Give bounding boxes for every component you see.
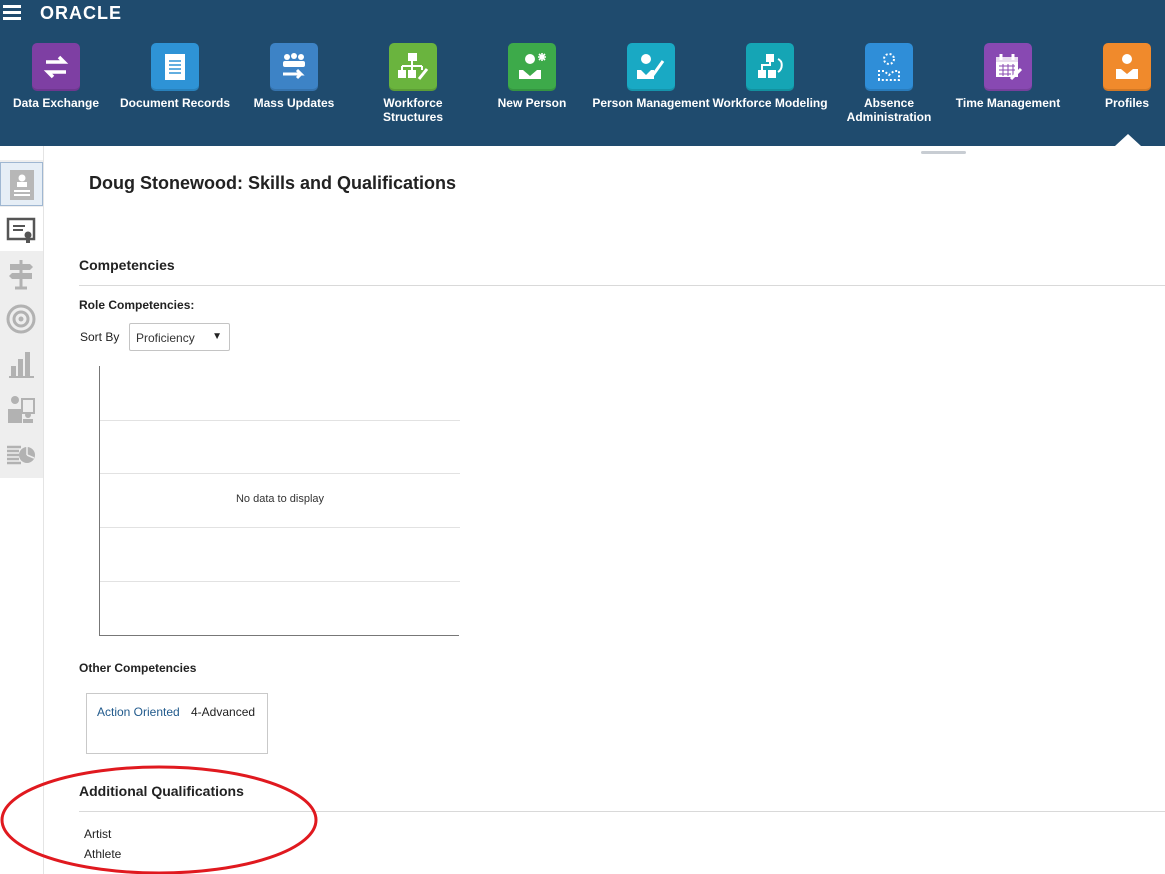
role-competencies-label: Role Competencies: bbox=[79, 298, 195, 312]
people-board-icon bbox=[8, 396, 35, 423]
profile-card-icon bbox=[10, 170, 34, 200]
nav-label: Mass Updates bbox=[253, 96, 335, 110]
exchange-arrows-icon bbox=[32, 43, 80, 91]
rail-skills-qualifications[interactable] bbox=[0, 207, 43, 251]
bar-chart-icon bbox=[9, 352, 34, 378]
other-competencies-label: Other Competencies bbox=[79, 661, 197, 675]
sort-by-label: Sort By bbox=[80, 330, 120, 344]
nav-person-management[interactable]: Person Management bbox=[592, 43, 710, 110]
absence-person-icon bbox=[865, 43, 913, 91]
hamburger-menu-icon[interactable] bbox=[3, 5, 21, 21]
chart-gridline bbox=[100, 420, 460, 421]
role-competencies-chart: No data to display bbox=[99, 366, 460, 636]
chart-gridline bbox=[100, 581, 460, 582]
other-competencies-box: Action Oriented 4-Advanced bbox=[86, 693, 268, 754]
group-arrow-icon bbox=[270, 43, 318, 91]
nav-workforce-structures[interactable]: Workforce Structures bbox=[354, 43, 472, 124]
nav-profiles[interactable]: Profiles bbox=[1068, 43, 1165, 110]
chevron-down-icon: ▼ bbox=[212, 331, 222, 342]
section-divider bbox=[79, 285, 1165, 286]
person-edit-icon bbox=[627, 43, 675, 91]
global-header: ORACLE Data Exchange Document Records Ma… bbox=[0, 0, 1165, 146]
nav-label: New Person bbox=[497, 96, 567, 110]
report-pie-icon bbox=[7, 445, 35, 465]
competency-level: 4-Advanced bbox=[191, 705, 256, 719]
chart-empty-message: No data to display bbox=[235, 493, 325, 505]
nav-new-person[interactable]: New Person bbox=[473, 43, 591, 110]
competencies-heading: Competencies bbox=[79, 257, 175, 273]
nav-label: Time Management bbox=[955, 96, 1061, 110]
nav-label: Workforce Modeling bbox=[712, 96, 828, 110]
nav-mass-updates[interactable]: Mass Updates bbox=[235, 43, 353, 110]
sort-by-value: Proficiency bbox=[136, 331, 195, 345]
competency-link[interactable]: Action Oriented bbox=[97, 705, 180, 719]
nav-time-management[interactable]: Time Management bbox=[949, 43, 1067, 110]
org-chart-icon bbox=[389, 43, 437, 91]
new-person-icon bbox=[508, 43, 556, 91]
nav-workforce-modeling[interactable]: Workforce Modeling bbox=[711, 43, 829, 110]
nav-label: Data Exchange bbox=[12, 96, 100, 110]
left-rail bbox=[0, 160, 43, 478]
rail-goals[interactable] bbox=[0, 297, 43, 341]
rail-career[interactable] bbox=[0, 252, 43, 296]
signpost-icon bbox=[9, 260, 33, 290]
rail-talent[interactable] bbox=[0, 387, 43, 431]
modeling-icon bbox=[746, 43, 794, 91]
document-icon bbox=[151, 43, 199, 91]
rail-reports[interactable] bbox=[0, 432, 43, 476]
nav-document-records[interactable]: Document Records bbox=[116, 43, 234, 110]
page-title: Doug Stonewood: Skills and Qualification… bbox=[89, 173, 457, 193]
rail-performance[interactable] bbox=[0, 342, 43, 386]
nav-label: Profiles bbox=[1104, 96, 1149, 110]
springboard-collapse-handle[interactable] bbox=[921, 151, 966, 154]
nav-label: Document Records bbox=[119, 96, 231, 110]
sort-by-select[interactable]: Proficiency ▼ bbox=[129, 323, 230, 351]
calendar-icon bbox=[984, 43, 1032, 91]
nav-label: Person Management bbox=[592, 96, 710, 110]
chart-gridline bbox=[100, 527, 460, 528]
oracle-logo: ORACLE bbox=[40, 3, 122, 23]
active-nav-indicator bbox=[1115, 134, 1141, 146]
nav-label: Workforce Structures bbox=[382, 96, 444, 124]
nav-label: Absence Administration bbox=[846, 96, 932, 124]
certificate-icon bbox=[6, 217, 36, 243]
target-icon bbox=[6, 304, 36, 334]
red-annotation-ellipse bbox=[0, 765, 318, 874]
nav-absence-administration[interactable]: Absence Administration bbox=[830, 43, 948, 124]
chart-gridline bbox=[100, 473, 460, 474]
rail-profile-card[interactable] bbox=[0, 162, 43, 206]
nav-data-exchange[interactable]: Data Exchange bbox=[0, 43, 115, 110]
profile-icon bbox=[1103, 43, 1151, 91]
